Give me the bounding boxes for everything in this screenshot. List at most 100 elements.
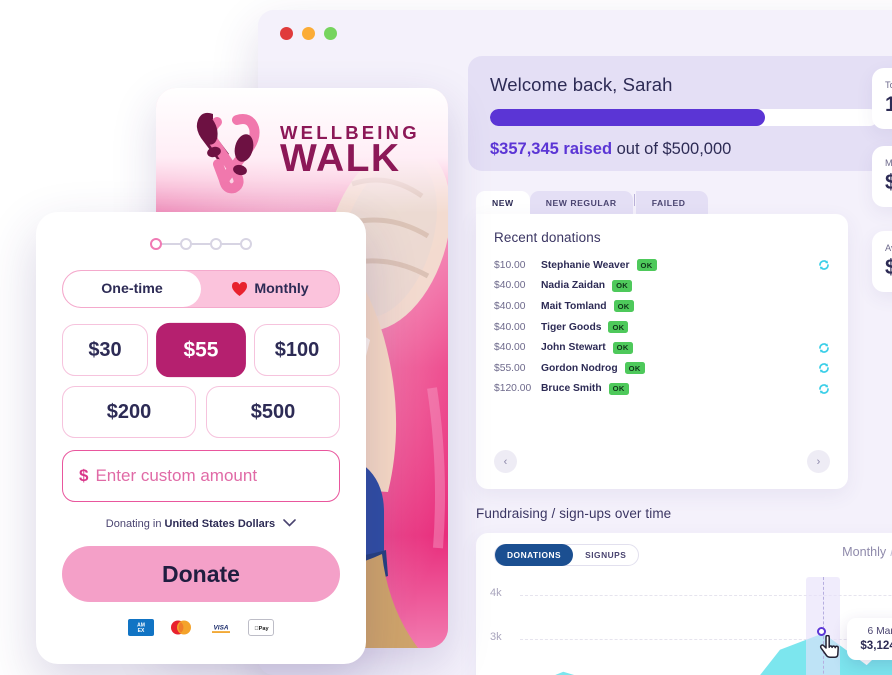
recurring-icon[interactable] bbox=[818, 342, 830, 354]
heart-icon bbox=[232, 282, 248, 296]
apple-pay-icon: Pay bbox=[248, 618, 274, 636]
frequency-monthly[interactable]: Monthly bbox=[201, 271, 339, 307]
toggle-donations[interactable]: DONATIONS bbox=[495, 544, 574, 566]
chart-plot-area: 2k3k4k 6 March $3,124.16 bbox=[476, 577, 892, 675]
svg-text:Pay: Pay bbox=[254, 626, 269, 632]
donation-tabs: NEW NEW REGULAR FAILED bbox=[476, 189, 708, 215]
status-badge: OK bbox=[608, 321, 629, 334]
tab-new[interactable]: NEW bbox=[476, 191, 530, 215]
donations-pagination: ‹ › bbox=[494, 450, 830, 473]
mouse-cursor-icon bbox=[819, 634, 841, 666]
status-badge: OK bbox=[612, 341, 633, 354]
currency-symbol-icon: $ bbox=[79, 466, 89, 485]
stat-value: $ bbox=[885, 256, 892, 279]
status-badge: OK bbox=[608, 382, 629, 395]
screenshot-root: Welcome back, Sarah $357,345 raised out … bbox=[0, 0, 892, 675]
amount-option-500[interactable]: $500 bbox=[206, 386, 340, 438]
recent-donations-card: Recent donations $10.00 Stephanie Weaver O… bbox=[476, 214, 848, 489]
currency-name: United States Dollars bbox=[164, 518, 276, 530]
chevron-down-icon bbox=[283, 518, 297, 530]
tooltip-value: $3,124.16 bbox=[860, 639, 892, 653]
chart-section: Fundraising / sign-ups over time DONATIO… bbox=[476, 506, 892, 675]
fundraising-progress-bar bbox=[490, 109, 878, 126]
raised-amount: $357,345 raised bbox=[490, 140, 613, 158]
step-connector bbox=[192, 243, 210, 245]
step-dot-1[interactable] bbox=[150, 238, 162, 250]
table-row[interactable]: $10.00 Stephanie Weaver OK bbox=[494, 255, 830, 276]
table-row[interactable]: $120.00 Bruce Smith OK bbox=[494, 379, 830, 400]
step-connector bbox=[162, 243, 180, 245]
table-row[interactable]: $40.00 Nadia Zaidan OK bbox=[494, 276, 830, 297]
amount-option-200[interactable]: $200 bbox=[62, 386, 196, 438]
step-dot-2[interactable] bbox=[180, 238, 192, 250]
recurring-icon[interactable] bbox=[818, 362, 830, 374]
step-connector bbox=[222, 243, 240, 245]
recurring-icon[interactable] bbox=[818, 383, 830, 395]
y-axis-tick-label: 3k bbox=[490, 630, 502, 643]
stat-value: 18 bbox=[885, 93, 892, 116]
chart-tooltip: 6 March $3,124.16 bbox=[847, 618, 892, 661]
tab-new-regular[interactable]: NEW REGULAR bbox=[529, 191, 633, 215]
amex-icon: AM EX bbox=[128, 618, 154, 636]
step-dot-4[interactable] bbox=[240, 238, 252, 250]
donor-name: Tiger Goods bbox=[541, 321, 602, 333]
amount-row-2: $200 $500 bbox=[62, 386, 340, 438]
donation-amount: $40.00 bbox=[494, 342, 526, 354]
next-page-button[interactable]: › bbox=[807, 450, 830, 473]
page-title: Welcome back, Sarah bbox=[490, 74, 673, 95]
tab-divider bbox=[633, 194, 635, 206]
browser-titlebar bbox=[258, 10, 892, 56]
svg-text:VISA: VISA bbox=[214, 624, 229, 631]
prev-page-button[interactable]: ‹ bbox=[494, 450, 517, 473]
donor-name: Nadia Zaidan bbox=[541, 280, 606, 292]
stat-card-average-donation: Average donation $ bbox=[872, 231, 892, 292]
donor-name: Bruce Smith bbox=[541, 383, 602, 395]
visa-icon: VISA bbox=[208, 618, 234, 636]
donation-amount: $40.00 bbox=[494, 300, 526, 312]
donation-amount: $10.00 bbox=[494, 259, 526, 271]
donor-name: Stephanie Weaver bbox=[541, 259, 630, 271]
donor-name: Mait Tomland bbox=[541, 300, 607, 312]
donate-button[interactable]: Donate bbox=[62, 546, 340, 602]
donor-name: Gordon Nodrog bbox=[541, 362, 618, 374]
stat-value: $ bbox=[885, 171, 892, 194]
table-row[interactable]: $40.00 Mait Tomland OK bbox=[494, 296, 830, 317]
toggle-signups[interactable]: SIGNUPS bbox=[573, 544, 638, 566]
donation-amount: $120.00 bbox=[494, 383, 532, 395]
stat-label: Median donation bbox=[885, 158, 892, 168]
stat-card-median-donation: Median donation $ bbox=[872, 146, 892, 207]
status-badge: OK bbox=[624, 362, 645, 375]
chart-title: Fundraising / sign-ups over time bbox=[476, 506, 672, 521]
payment-methods: AMEX VISA Pay bbox=[62, 618, 340, 636]
chart-series-toggle: DONATIONS SIGNUPS bbox=[494, 544, 640, 566]
frequency-one-time[interactable]: One-time bbox=[63, 271, 201, 307]
step-indicator bbox=[62, 238, 340, 250]
currency-selector[interactable]: Donating in United States Dollars bbox=[62, 518, 340, 530]
amount-option-30[interactable]: $30 bbox=[62, 324, 148, 376]
frequency-monthly[interactable]: Monthly bbox=[842, 545, 886, 559]
custom-amount-placeholder: Enter custom amount bbox=[95, 466, 258, 485]
status-badge: OK bbox=[612, 279, 633, 292]
tab-failed[interactable]: FAILED bbox=[635, 191, 708, 215]
frequency-one-time-label: One-time bbox=[101, 281, 163, 297]
close-icon[interactable] bbox=[280, 26, 293, 40]
svg-text:EX: EX bbox=[138, 628, 145, 634]
table-row[interactable]: $40.00 John Stewart OK bbox=[494, 337, 830, 358]
donation-form-card: One-time Monthly $30 $55 $100 $200 $500 … bbox=[36, 212, 366, 664]
stat-label: Average donation bbox=[885, 243, 892, 253]
tooltip-date: 6 March bbox=[867, 626, 892, 638]
stat-card-total-donations: Total donations 18 bbox=[872, 68, 892, 129]
logo-line-2: WALK bbox=[280, 137, 401, 181]
recurring-icon[interactable] bbox=[818, 259, 830, 271]
table-row[interactable]: $55.00 Gordon Nodrog OK bbox=[494, 358, 830, 379]
donation-amount: $40.00 bbox=[494, 280, 526, 292]
amount-option-100[interactable]: $100 bbox=[254, 324, 340, 376]
dashboard: Welcome back, Sarah $357,345 raised out … bbox=[468, 56, 892, 675]
table-row[interactable]: $40.00 Tiger Goods OK bbox=[494, 317, 830, 338]
maximize-icon[interactable] bbox=[324, 26, 337, 40]
custom-amount-field[interactable]: $ Enter custom amount bbox=[62, 450, 340, 502]
step-dot-3[interactable] bbox=[210, 238, 222, 250]
minimize-icon[interactable] bbox=[302, 26, 315, 40]
amount-option-55[interactable]: $55 bbox=[156, 322, 246, 378]
donation-amount: $55.00 bbox=[494, 362, 526, 374]
